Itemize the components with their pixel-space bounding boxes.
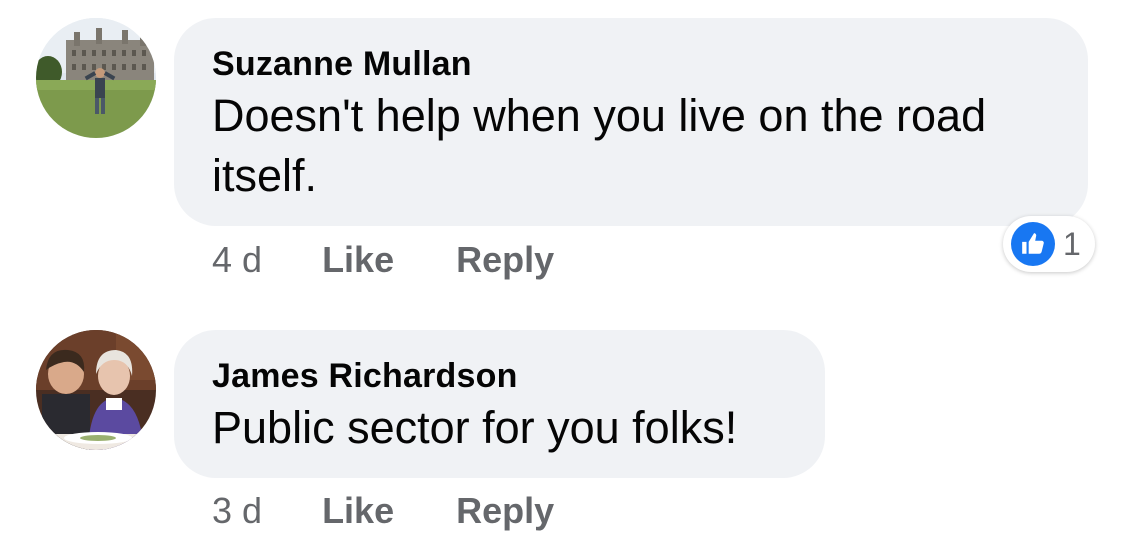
comment-bubble: James Richardson Public sector for you f… (174, 330, 825, 478)
avatar[interactable] (36, 18, 156, 138)
comment-text: Doesn't help when you live on the road i… (212, 90, 987, 201)
reply-button[interactable]: Reply (456, 238, 554, 282)
comment-author[interactable]: James Richardson (212, 354, 787, 398)
comment-text: Public sector for you folks! (212, 402, 738, 453)
reaction-count: 1 (1063, 226, 1081, 262)
comment-timestamp[interactable]: 3 d (212, 489, 262, 533)
comment-actions: 3 d Like Reply (212, 489, 554, 533)
like-button[interactable]: Like (322, 238, 394, 282)
reaction-summary[interactable]: 1 (1003, 216, 1095, 272)
comment-timestamp[interactable]: 4 d (212, 238, 262, 282)
thumbs-up-icon (1011, 222, 1055, 266)
comment-bubble: Suzanne Mullan Doesn't help when you liv… (174, 18, 1088, 226)
profile-photo-two-people (36, 330, 156, 450)
comment-author[interactable]: Suzanne Mullan (212, 42, 1050, 86)
profile-photo-castle (36, 18, 156, 138)
comment-actions: 4 d Like Reply (212, 238, 554, 282)
like-button[interactable]: Like (322, 489, 394, 533)
reply-button[interactable]: Reply (456, 489, 554, 533)
avatar[interactable] (36, 330, 156, 450)
